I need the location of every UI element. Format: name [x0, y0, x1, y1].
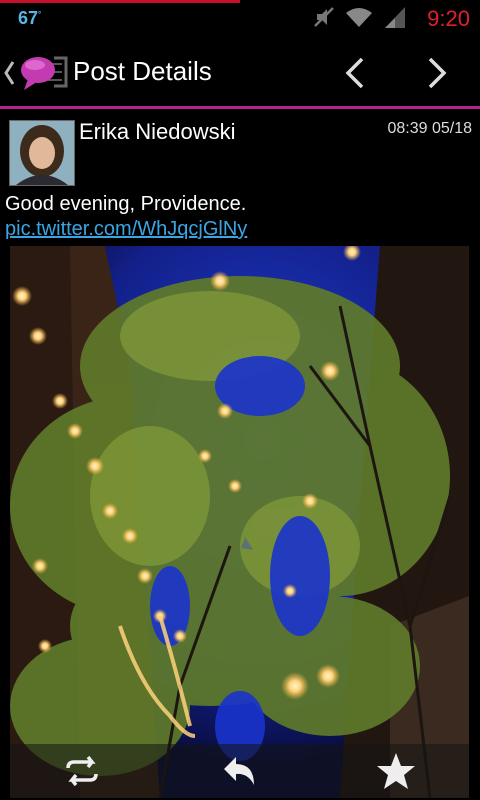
- post-body: Good evening, Providence.: [5, 193, 247, 215]
- page-title: Post Details: [73, 56, 212, 86]
- wifi-icon: [345, 6, 373, 32]
- action-bar: Post Details: [0, 38, 480, 109]
- status-progress-line: [0, 0, 240, 3]
- mute-icon: [313, 5, 335, 33]
- temperature-indicator: 67°: [18, 8, 41, 29]
- post-timestamp: 08:39 05/18: [387, 120, 472, 137]
- avatar[interactable]: [9, 120, 75, 186]
- post-action-bar: [10, 744, 469, 798]
- app-logo-icon[interactable]: [20, 52, 68, 96]
- post-text: Good evening, Providence. pic.twitter.co…: [5, 192, 475, 242]
- status-clock: 9:20: [427, 6, 470, 31]
- author-name[interactable]: Erika Niedowski: [79, 119, 236, 145]
- retweet-icon[interactable]: [62, 752, 102, 790]
- temperature-value: 67: [18, 8, 39, 28]
- post-photo[interactable]: [10, 246, 469, 798]
- post-detail: Erika Niedowski 08:39 05/18 Good evening…: [0, 109, 480, 800]
- post-link[interactable]: pic.twitter.com/WhJqcjGlNy: [5, 218, 247, 240]
- reply-icon[interactable]: [220, 752, 260, 790]
- status-bar: 67° 9:20: [0, 0, 480, 38]
- favorite-icon[interactable]: [376, 752, 416, 790]
- prev-icon[interactable]: [340, 56, 370, 90]
- back-icon[interactable]: [2, 58, 16, 92]
- next-icon[interactable]: [422, 56, 452, 90]
- status-icons: 9:20: [313, 5, 470, 33]
- temperature-unit: °: [38, 10, 42, 19]
- signal-icon: [383, 5, 407, 33]
